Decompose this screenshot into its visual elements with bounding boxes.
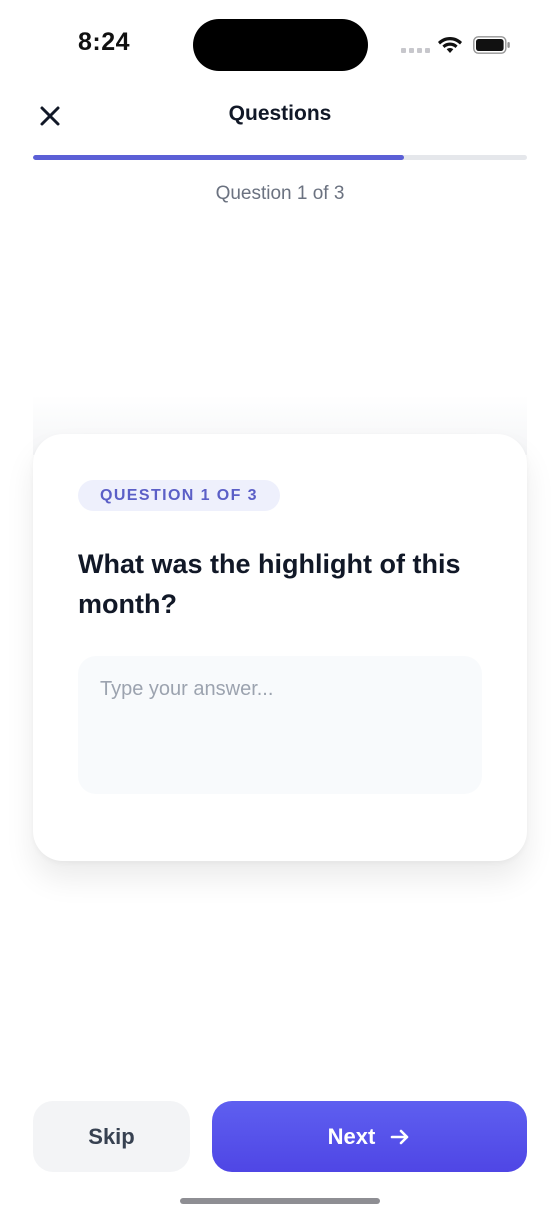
next-button-label: Next	[327, 1123, 376, 1149]
question-badge: QUESTION 1 OF 3	[78, 480, 280, 511]
question-text: What was the highlight of this month?	[78, 549, 461, 619]
progress-bar	[33, 155, 527, 160]
dynamic-island	[193, 19, 368, 71]
arrow-right-icon	[391, 1129, 409, 1144]
next-button[interactable]: Next	[212, 1101, 527, 1172]
skip-button[interactable]: Skip	[33, 1101, 190, 1172]
questions-screen: 8:24 Questions Question 1 of 3 QUESTION …	[0, 0, 560, 1217]
page-title: Questions	[228, 102, 332, 125]
progress-fill	[33, 155, 404, 160]
wifi-icon	[438, 37, 462, 53]
status-time: 8:24	[78, 28, 131, 56]
question-card: QUESTION 1 OF 3 What was the highlight o…	[33, 434, 527, 861]
home-indicator	[180, 1198, 380, 1204]
signal-icon	[401, 48, 430, 53]
answer-input[interactable]	[78, 656, 482, 794]
battery-icon	[473, 36, 510, 54]
progress-label: Question 1 of 3	[215, 183, 345, 204]
